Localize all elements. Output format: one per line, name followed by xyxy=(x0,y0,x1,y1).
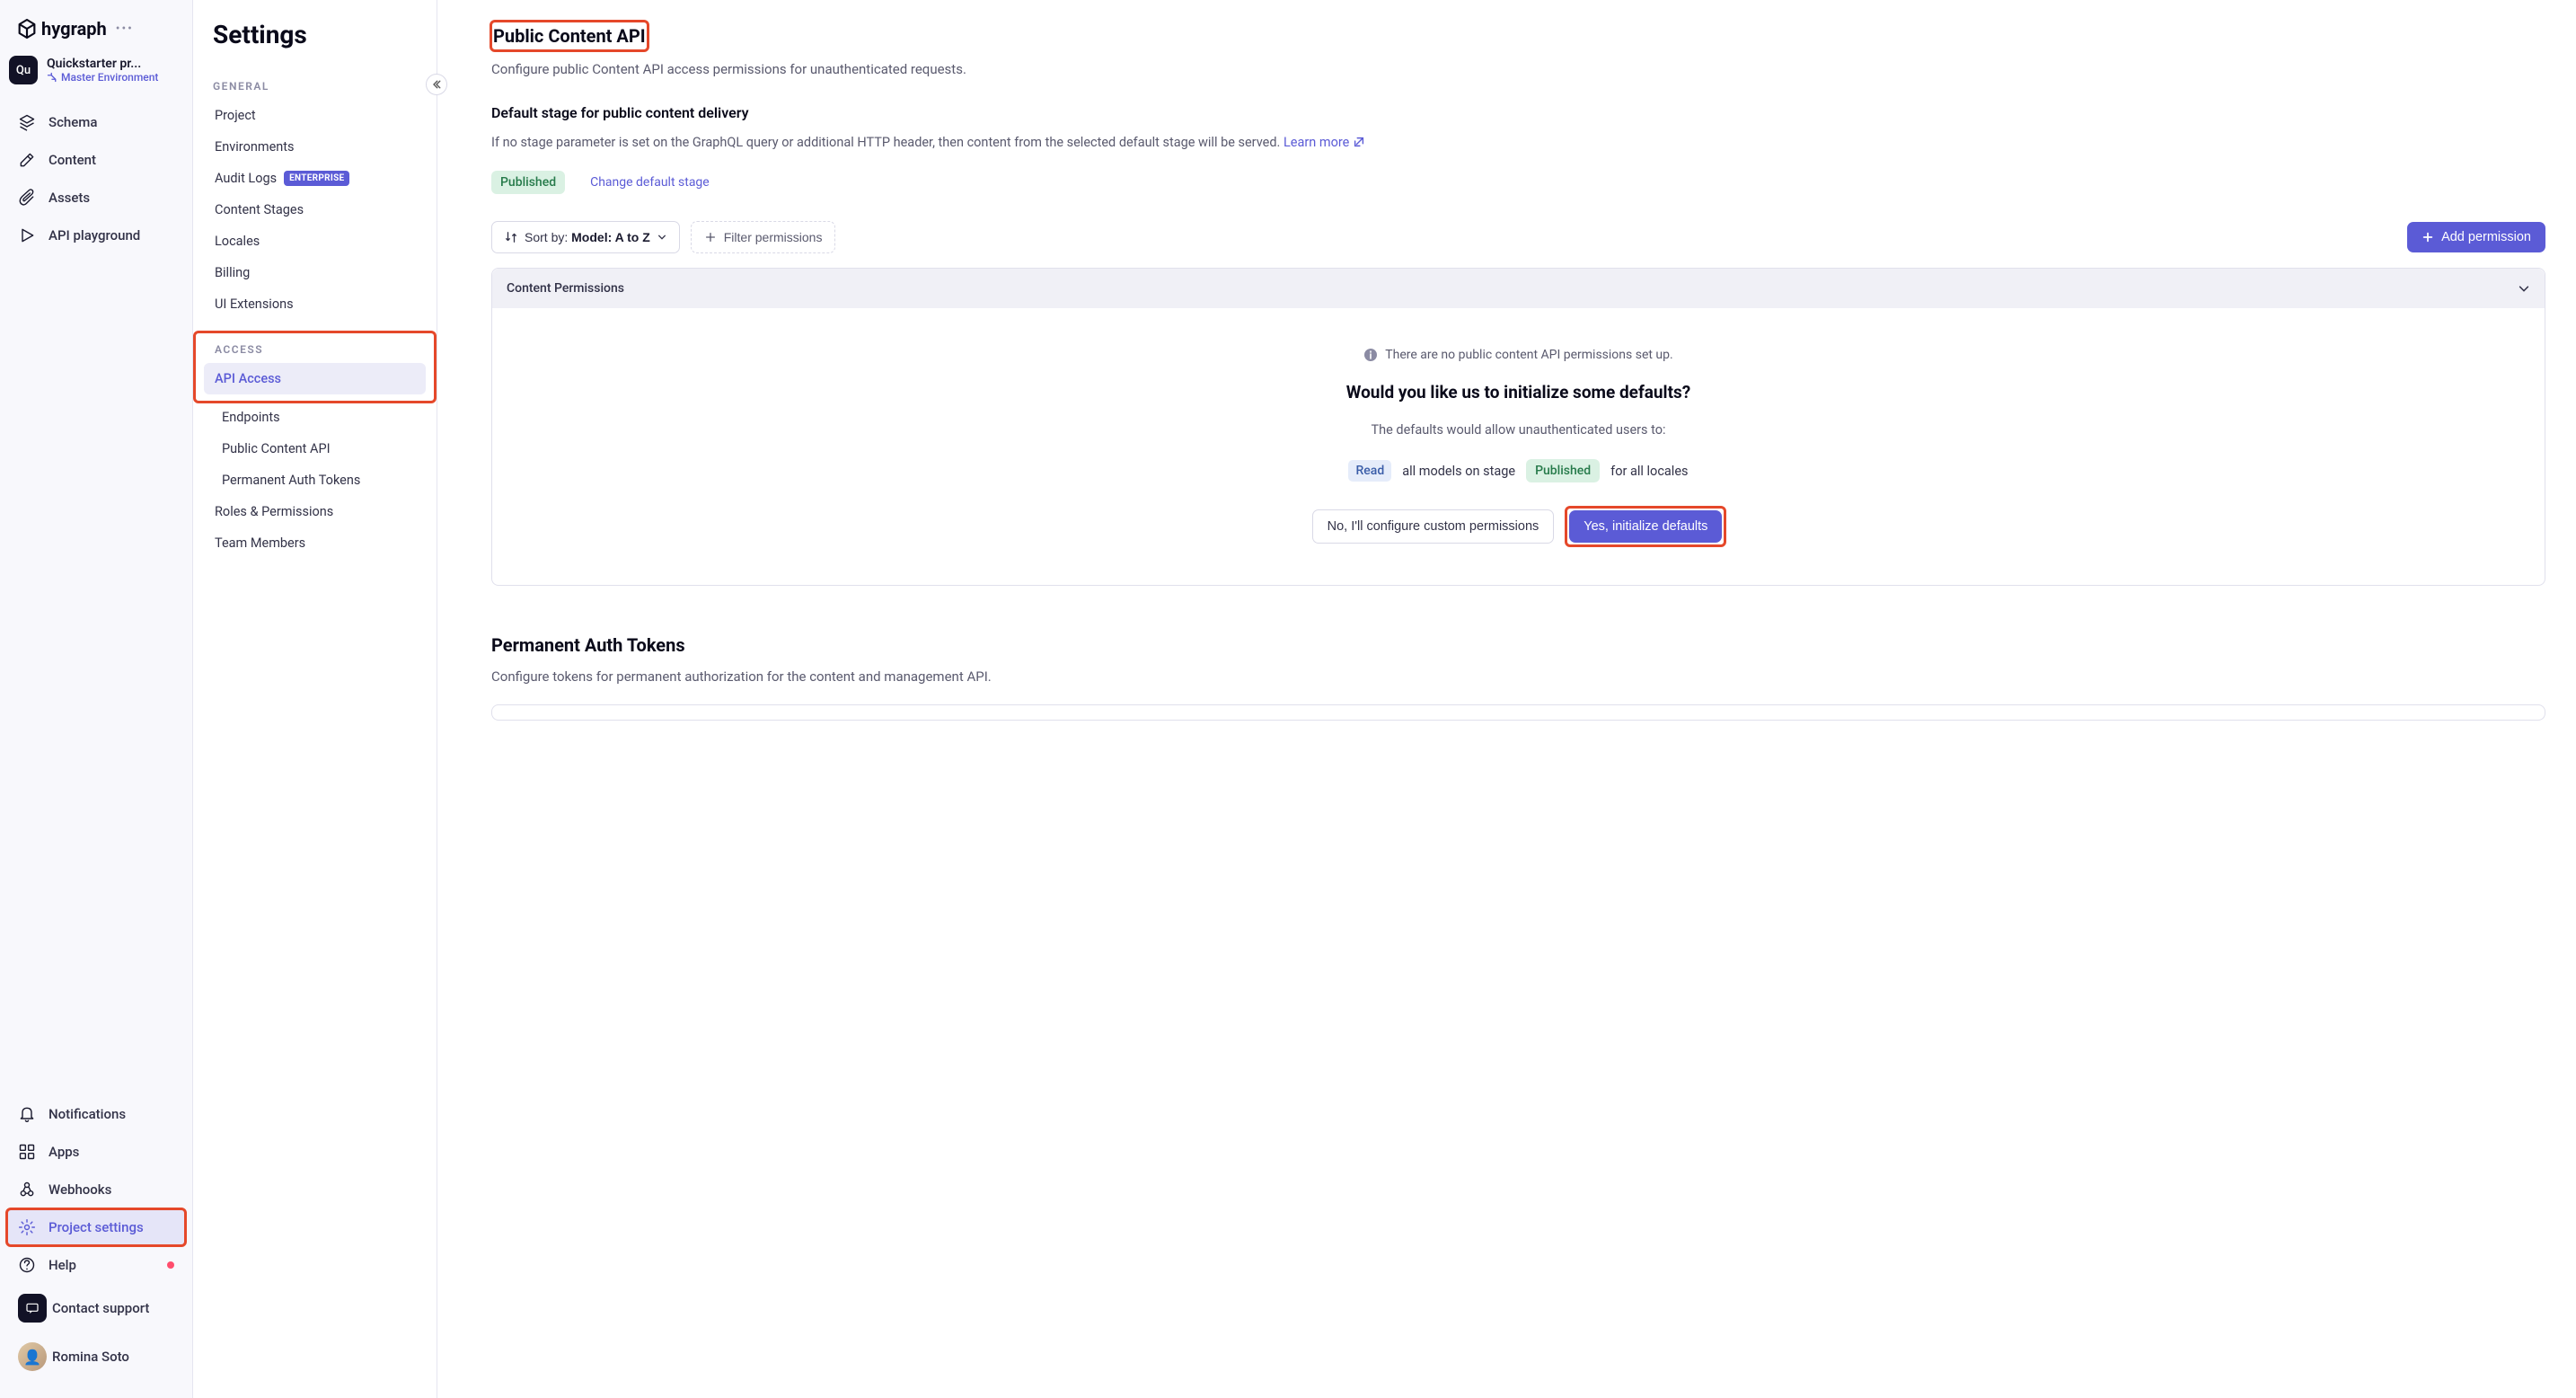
settings-ui-extensions[interactable]: UI Extensions xyxy=(204,288,426,320)
external-link-icon xyxy=(1353,134,1365,155)
settings-general-label: GENERAL xyxy=(193,73,437,100)
settings-api-access[interactable]: API Access xyxy=(204,363,426,394)
permanent-auth-tokens-title: Permanent Auth Tokens xyxy=(491,634,2545,656)
nav-project-settings[interactable]: Project settings xyxy=(7,1209,185,1245)
user-avatar: 👤 xyxy=(18,1342,47,1371)
settings-permanent-auth-tokens[interactable]: Permanent Auth Tokens xyxy=(204,465,426,496)
settings-endpoints[interactable]: Endpoints xyxy=(204,402,426,433)
sort-icon xyxy=(505,231,517,243)
published-chip: Published xyxy=(1526,459,1600,482)
filter-permissions-button[interactable]: Filter permissions xyxy=(691,221,836,253)
nav-api-playground[interactable]: API playground xyxy=(7,217,185,253)
nav-apps[interactable]: Apps xyxy=(7,1134,185,1170)
play-icon xyxy=(18,226,36,244)
read-chip: Read xyxy=(1348,460,1391,482)
project-avatar: Qu xyxy=(9,56,38,84)
sort-button[interactable]: Sort by: Model: A to Z xyxy=(491,221,680,253)
sort-label: Sort by: Model: A to Z xyxy=(525,230,650,244)
content-permissions-panel: Content Permissions There are no public … xyxy=(491,268,2545,586)
page-heading: Public Content API xyxy=(491,22,648,50)
layers-icon xyxy=(18,113,36,131)
page-title: Public Content API xyxy=(491,22,648,50)
settings-team-members[interactable]: Team Members xyxy=(204,527,426,559)
add-permission-button[interactable]: Add permission xyxy=(2407,222,2545,252)
project-selector[interactable]: Qu Quickstarter pr... Master Environment xyxy=(0,56,192,104)
main-content: Public Content API Configure public Cont… xyxy=(437,0,2576,1398)
nav-schema[interactable]: Schema xyxy=(7,104,185,140)
settings-billing[interactable]: Billing xyxy=(204,257,426,288)
chevron-down-icon xyxy=(657,233,666,242)
logo[interactable]: hygraph xyxy=(18,18,107,40)
settings-locales[interactable]: Locales xyxy=(204,226,426,257)
project-environment: Master Environment xyxy=(47,71,158,84)
plus-icon xyxy=(2422,231,2434,243)
nav-help[interactable]: Help xyxy=(7,1247,185,1283)
grid-icon xyxy=(18,1143,36,1161)
attachment-icon xyxy=(18,189,36,207)
nav-user-profile[interactable]: 👤 Romina Soto xyxy=(7,1333,185,1380)
defaults-description: The defaults would allow unauthenticated… xyxy=(514,422,2523,438)
default-stage-title: Default stage for public content deliver… xyxy=(491,104,2545,121)
settings-content-stages[interactable]: Content Stages xyxy=(204,194,426,226)
logo-menu-dots[interactable]: ••• xyxy=(116,22,134,36)
settings-sidebar: Settings GENERAL Project Environments Au… xyxy=(193,0,437,1398)
logo-text: hygraph xyxy=(41,18,107,40)
project-name: Quickstarter pr... xyxy=(47,57,158,71)
nav-content[interactable]: Content xyxy=(7,142,185,178)
page-subtitle: Configure public Content API access perm… xyxy=(491,61,2545,77)
info-icon xyxy=(1363,348,1378,362)
chevron-down-icon xyxy=(2518,282,2530,295)
chat-icon xyxy=(18,1294,47,1323)
settings-audit-logs[interactable]: Audit Logs ENTERPRISE xyxy=(204,163,426,194)
nav-assets[interactable]: Assets xyxy=(7,180,185,216)
settings-title: Settings xyxy=(193,20,437,73)
edit-icon xyxy=(18,151,36,169)
gear-icon xyxy=(18,1218,36,1236)
settings-project[interactable]: Project xyxy=(204,100,426,131)
notification-dot xyxy=(167,1261,174,1269)
nav-webhooks[interactable]: Webhooks xyxy=(7,1172,185,1208)
collapse-sidebar-button[interactable] xyxy=(426,74,447,95)
default-stage-description: If no stage parameter is set on the Grap… xyxy=(491,132,2545,155)
enterprise-badge: ENTERPRISE xyxy=(284,171,349,186)
plus-icon xyxy=(704,231,717,243)
permanent-auth-tokens-description: Configure tokens for permanent authoriza… xyxy=(491,668,2545,685)
content-permissions-header[interactable]: Content Permissions xyxy=(492,269,2545,308)
permanent-auth-tokens-panel xyxy=(491,704,2545,721)
no-custom-permissions-button[interactable]: No, I'll configure custom permissions xyxy=(1312,509,1555,544)
settings-roles-permissions[interactable]: Roles & Permissions xyxy=(204,496,426,527)
yes-initialize-defaults-button[interactable]: Yes, initialize defaults xyxy=(1569,510,1722,543)
change-default-stage-link[interactable]: Change default stage xyxy=(590,175,710,190)
settings-access-label: ACCESS xyxy=(204,336,426,363)
help-icon xyxy=(18,1256,36,1274)
no-permissions-info: There are no public content API permissi… xyxy=(514,348,2523,362)
defaults-demo-row: Read all models on stage Published for a… xyxy=(514,459,2523,482)
learn-more-link[interactable]: Learn more xyxy=(1284,135,1365,150)
nav-contact-support[interactable]: Contact support xyxy=(7,1285,185,1332)
primary-sidebar: hygraph ••• Qu Quickstarter pr... Master… xyxy=(0,0,193,1398)
nav-notifications[interactable]: Notifications xyxy=(7,1096,185,1132)
settings-environments[interactable]: Environments xyxy=(204,131,426,163)
settings-public-content-api[interactable]: Public Content API xyxy=(204,433,426,465)
webhooks-icon xyxy=(18,1181,36,1199)
initialize-question: Would you like us to initialize some def… xyxy=(514,382,2523,403)
published-stage-chip: Published xyxy=(491,171,565,194)
bell-icon xyxy=(18,1105,36,1123)
